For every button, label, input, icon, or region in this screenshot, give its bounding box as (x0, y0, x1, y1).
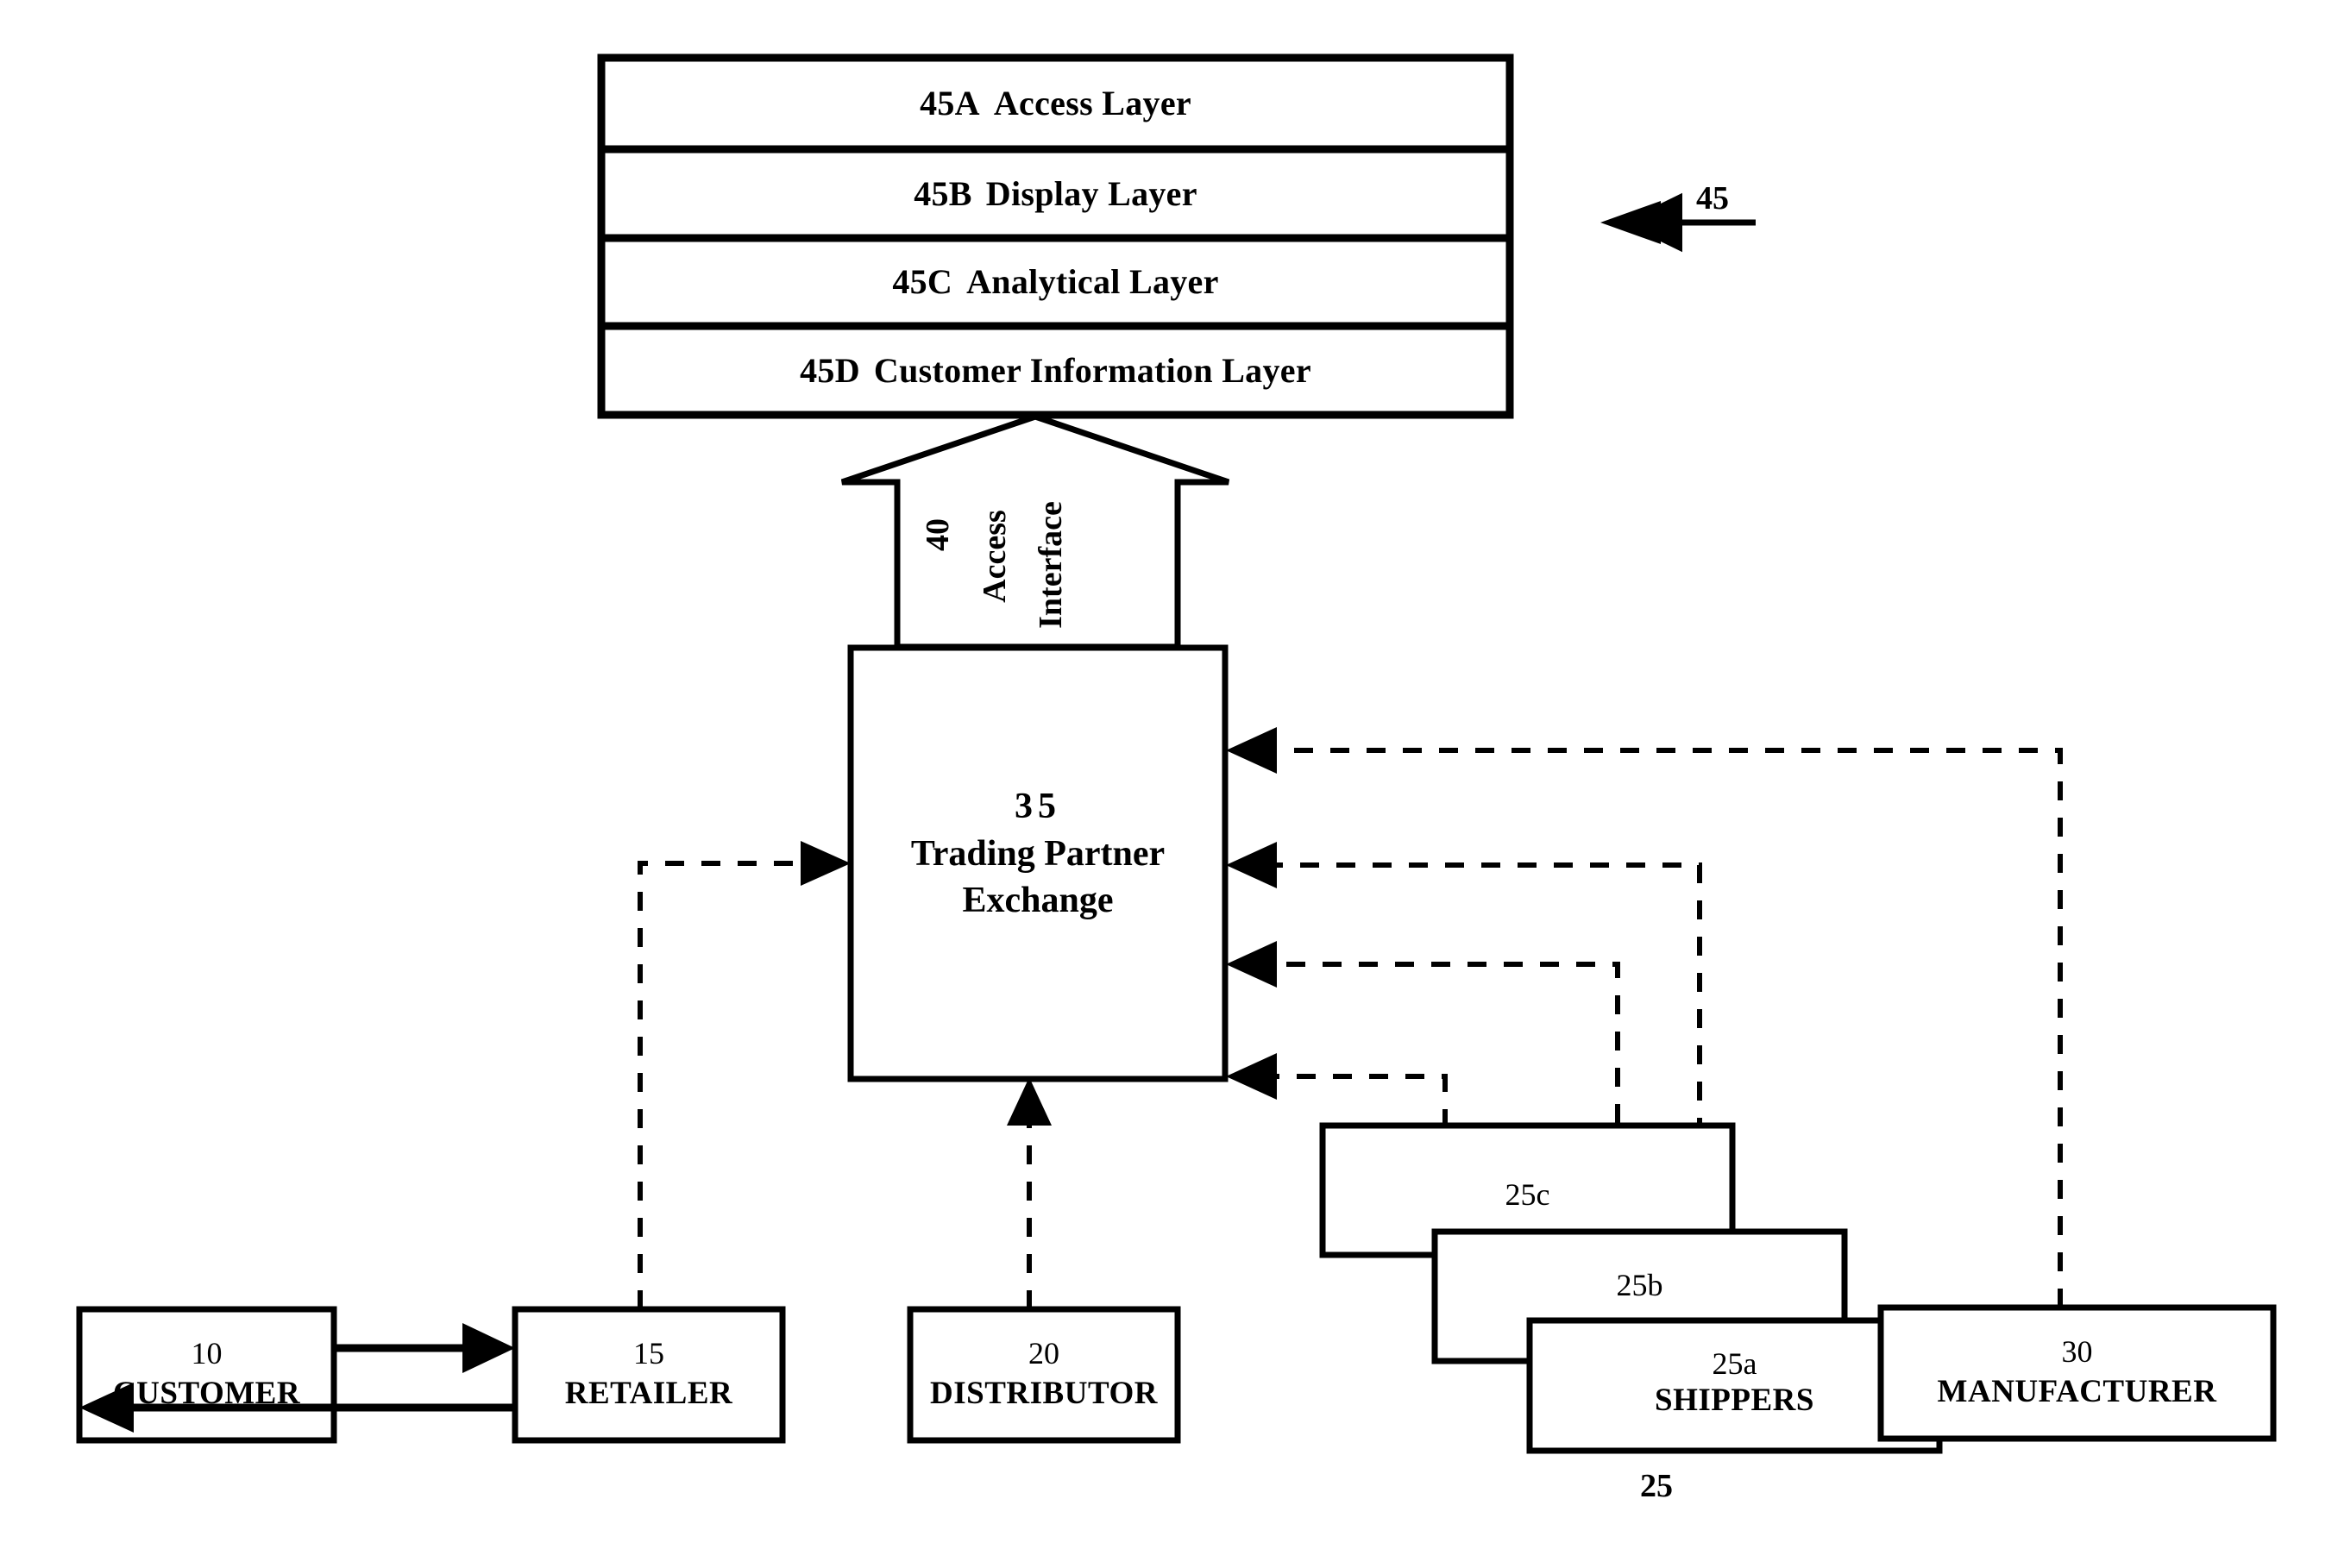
diagram-vector-layer (76, 53, 2277, 1454)
access-interface-ref: 40 (920, 518, 956, 551)
entity-box-distributor (907, 1306, 1181, 1444)
patent-figure-canvas: 45A Access Layer 45B Display Layer 45C A… (0, 0, 2338, 1568)
access-interface-line2: Interface (1033, 501, 1069, 629)
reference-arrow-45 (1600, 192, 1756, 253)
layer-stack-outline (597, 53, 1514, 419)
entity-box-manufacturer (1877, 1304, 2277, 1442)
connector-retailer-to-exchange (638, 841, 851, 1309)
trading-partner-exchange-box (847, 644, 1229, 1082)
connector-distributor-to-exchange (1007, 1077, 1052, 1309)
entity-box-retailer (512, 1306, 786, 1444)
connector-shipper-25c-to-exchange (1226, 1053, 1448, 1128)
access-interface-line1: Access (977, 510, 1013, 603)
connector-customer-to-retailer (336, 1323, 515, 1373)
